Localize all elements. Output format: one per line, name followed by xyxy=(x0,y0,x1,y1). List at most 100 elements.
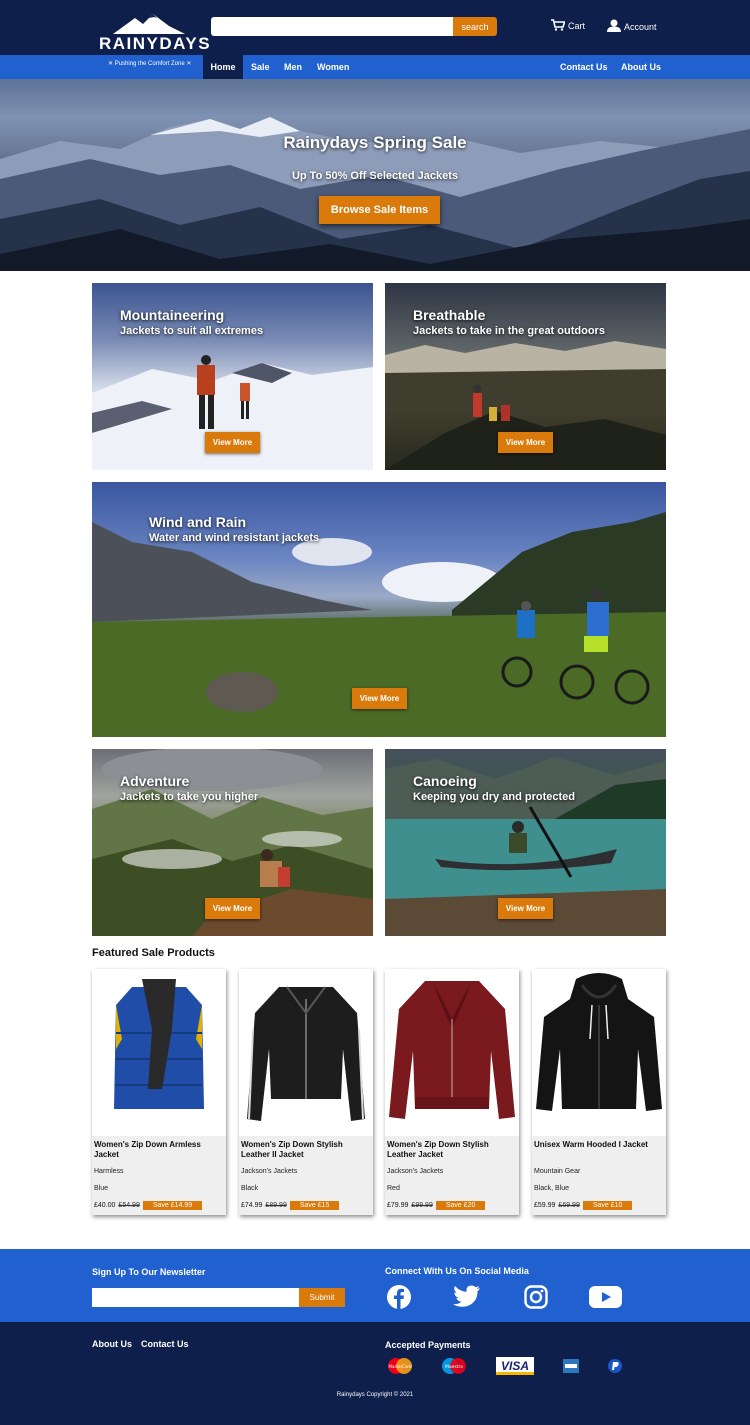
featured-title: Featured Sale Products xyxy=(92,947,215,959)
cart-link[interactable]: Cart xyxy=(551,19,585,31)
product-image xyxy=(385,969,519,1136)
product-brand: Jackson's Jackets xyxy=(241,1168,298,1175)
paypal-icon xyxy=(608,1359,622,1373)
product-old-price: £69.99 xyxy=(558,1202,580,1209)
view-more-button[interactable]: View More xyxy=(498,432,553,453)
search-button[interactable]: search xyxy=(453,17,497,36)
mastercard-icon: MasterCard xyxy=(388,1358,412,1374)
visa-label: VISA xyxy=(501,1359,529,1373)
payments-title: Accepted Payments xyxy=(385,1340,471,1350)
footer-contact-us-link[interactable]: Contact Us xyxy=(141,1339,189,1349)
newsletter-submit-button[interactable]: Submit xyxy=(299,1288,345,1307)
blue-vest-image xyxy=(114,979,204,1109)
product-card[interactable]: Unisex Warm Hooded I Jacket Mountain Gea… xyxy=(532,969,666,1215)
nav-men[interactable]: Men xyxy=(284,55,302,79)
product-name: Women's Zip Down Stylish Leather Jacket xyxy=(387,1140,489,1159)
youtube-icon[interactable] xyxy=(589,1285,622,1309)
product-price-row: £79.99 £99.99 Save £20 xyxy=(387,1201,486,1210)
product-card[interactable]: Women's Zip Down Armless Jacket Harmless… xyxy=(92,969,226,1215)
black-hoodie-image xyxy=(536,973,662,1111)
copyright: Rainydays Copyright © 2021 xyxy=(336,1392,414,1398)
tile-subtitle: Keeping you dry and protected xyxy=(413,791,575,803)
view-more-button[interactable]: View More xyxy=(498,898,553,919)
save-badge: Save £15 xyxy=(289,1201,340,1210)
tile-subtitle: Jackets to suit all extremes xyxy=(120,325,264,337)
browse-sale-button[interactable]: Browse Sale Items xyxy=(319,196,440,224)
category-tile-mountaineering[interactable]: Mountaineering Jackets to suit all extre… xyxy=(92,283,373,470)
account-label: Account xyxy=(624,22,657,32)
product-price: £79.99 xyxy=(387,1202,409,1209)
product-price: £74.99 xyxy=(241,1202,263,1209)
nav-about-us[interactable]: About Us xyxy=(621,55,661,79)
search-input[interactable] xyxy=(211,17,453,36)
nav-contact-us[interactable]: Contact Us xyxy=(560,55,608,79)
hero-title: Rainydays Spring Sale xyxy=(283,133,467,152)
tile-subtitle: Jackets to take you higher xyxy=(120,791,259,803)
product-card[interactable]: Women's Zip Down Stylish Leather Jacket … xyxy=(385,969,519,1215)
product-old-price: £89.99 xyxy=(265,1202,287,1209)
amex-icon xyxy=(563,1359,579,1373)
tile-title: Wind and Rain xyxy=(149,514,247,530)
product-price-row: £40.00 £54.99 Save £14.99 xyxy=(94,1201,203,1210)
cart-label: Cart xyxy=(568,21,586,31)
user-icon xyxy=(607,19,621,32)
tile-title: Adventure xyxy=(120,773,190,789)
visa-icon: VISA xyxy=(496,1357,534,1375)
product-brand: Mountain Gear xyxy=(534,1168,581,1175)
category-tile-adventure[interactable]: Adventure Jackets to take you higher Vie… xyxy=(92,749,373,936)
nav-sale[interactable]: Sale xyxy=(251,55,270,79)
tile-title: Breathable xyxy=(413,307,486,323)
maestro-icon: Maestro xyxy=(442,1358,466,1374)
instagram-icon[interactable] xyxy=(524,1285,548,1309)
logo-text: RAINYDAYS xyxy=(99,34,212,53)
maestro-label: Maestro xyxy=(445,1364,463,1370)
tile-subtitle: Jackets to take in the great outdoors xyxy=(413,325,605,337)
nav-home[interactable]: Home xyxy=(203,55,243,79)
product-price-row: £74.99 £89.99 Save £15 xyxy=(241,1201,340,1210)
product-old-price: £99.99 xyxy=(411,1202,433,1209)
category-tile-breathable[interactable]: Breathable Jackets to take in the great … xyxy=(385,283,666,470)
newsletter-bar xyxy=(0,1249,750,1322)
tagline: ✕ Pushing the Comfort Zone ✕ xyxy=(108,61,192,67)
product-price: £40.00 xyxy=(94,1202,116,1209)
product-old-price: £54.99 xyxy=(118,1202,140,1209)
mastercard-label: MasterCard xyxy=(388,1364,411,1369)
black-leather-jacket-image xyxy=(247,986,365,1121)
facebook-icon[interactable] xyxy=(387,1285,411,1309)
product-name: Unisex Warm Hooded I Jacket xyxy=(534,1140,648,1149)
tile-subtitle: Water and wind resistant jackets xyxy=(149,532,320,544)
product-color: Red xyxy=(387,1185,400,1192)
tile-title: Canoeing xyxy=(413,773,477,789)
account-link[interactable]: Account xyxy=(607,19,657,32)
product-price: £59.99 xyxy=(534,1202,556,1209)
footer-about-us-link[interactable]: About Us xyxy=(92,1339,132,1349)
view-more-button[interactable]: View More xyxy=(205,432,260,453)
product-image xyxy=(92,969,226,1136)
view-more-button[interactable]: View More xyxy=(205,898,260,919)
newsletter-email-input[interactable] xyxy=(92,1288,299,1307)
footer xyxy=(0,1322,750,1425)
category-tile-wind-and-rain[interactable]: Wind and Rain Water and wind resistant j… xyxy=(92,482,666,737)
product-price-row: £59.99 £69.99 Save £10 xyxy=(534,1201,633,1210)
product-brand: Harmless xyxy=(94,1168,124,1175)
product-card[interactable]: Women's Zip Down Stylish Leather II Jack… xyxy=(239,969,373,1215)
cart-icon xyxy=(551,19,565,31)
tile-title: Mountaineering xyxy=(120,307,225,323)
save-badge: Save £14.99 xyxy=(142,1201,203,1210)
category-tile-canoeing[interactable]: Canoeing Keeping you dry and protected V… xyxy=(385,749,666,936)
product-color: Black xyxy=(241,1185,259,1192)
nav-women[interactable]: Women xyxy=(317,55,349,79)
product-image xyxy=(532,969,666,1136)
mountain-logo-icon xyxy=(113,14,185,34)
product-image xyxy=(239,969,373,1136)
twitter-icon[interactable] xyxy=(453,1285,481,1309)
product-color: Black, Blue xyxy=(534,1185,570,1192)
hero-subtitle: Up To 50% Off Selected Jackets xyxy=(291,170,459,182)
product-name: Women's Zip Down Armless Jacket xyxy=(94,1140,201,1159)
view-more-button[interactable]: View More xyxy=(352,688,407,709)
social-title: Connect With Us On Social Media xyxy=(385,1266,529,1276)
product-color: Blue xyxy=(94,1185,109,1192)
product-name: Women's Zip Down Stylish Leather II Jack… xyxy=(241,1140,343,1159)
save-badge: Save £20 xyxy=(435,1201,486,1210)
save-badge: Save £10 xyxy=(582,1201,633,1210)
